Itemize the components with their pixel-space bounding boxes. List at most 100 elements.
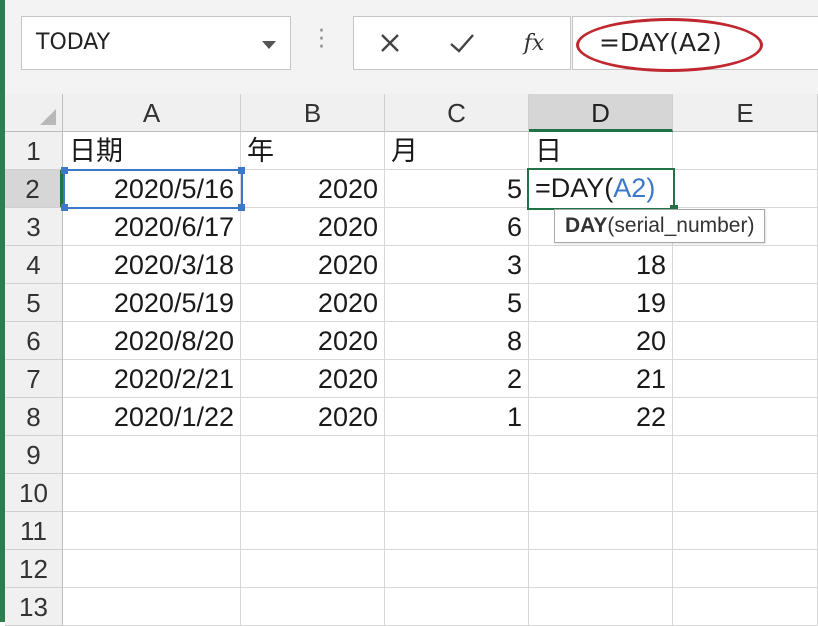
cell[interactable] [63,512,241,550]
cell[interactable]: 2020 [241,322,385,360]
cell[interactable]: 2020 [241,170,385,208]
cell[interactable] [673,170,818,208]
name-box-value: TODAY [36,30,111,55]
cell[interactable] [385,550,529,588]
cell[interactable]: 2020/6/17 [63,208,241,246]
cell[interactable] [673,246,818,284]
cell[interactable]: 3 [385,246,529,284]
row-header[interactable]: 13 [5,588,63,626]
row-header[interactable]: 10 [5,474,63,512]
chevron-down-icon[interactable] [262,41,276,49]
cell[interactable]: 2020/5/19 [63,284,241,322]
cell[interactable] [241,550,385,588]
column-header-c[interactable]: C [385,94,529,132]
cell[interactable] [241,588,385,626]
cell[interactable]: 21 [529,360,673,398]
row-header[interactable]: 7 [5,360,63,398]
row-header[interactable]: 5 [5,284,63,322]
cell[interactable] [529,512,673,550]
cancel-button[interactable] [360,17,420,69]
cell[interactable] [673,398,818,436]
column-header-e[interactable]: E [673,94,818,132]
active-cell-d2[interactable]: =DAY(A2) [527,168,678,213]
drag-handle-icon[interactable]: · · · [318,21,325,59]
cell[interactable]: 6 [385,208,529,246]
select-all-icon [40,109,56,125]
cell[interactable] [385,588,529,626]
formula-toolbar: TODAY · · · fx =DAY(A2) [5,0,818,94]
cell[interactable]: 18 [529,246,673,284]
cell[interactable]: 22 [529,398,673,436]
fx-icon: fx [523,30,545,56]
cell[interactable] [673,132,818,170]
column-header-b[interactable]: B [241,94,385,132]
cell[interactable]: 20 [529,322,673,360]
cell[interactable]: 2020/1/22 [63,398,241,436]
cell[interactable]: 5 [385,284,529,322]
cell[interactable] [673,284,818,322]
row-header[interactable]: 6 [5,322,63,360]
cell[interactable] [673,588,818,626]
cell[interactable] [241,474,385,512]
cell[interactable] [673,360,818,398]
cell[interactable]: 8 [385,322,529,360]
cell[interactable]: 月 [385,132,529,170]
resize-handle[interactable] [61,167,68,174]
cell[interactable]: 2020/8/20 [63,322,241,360]
name-box[interactable]: TODAY [21,16,291,70]
row-header[interactable]: 11 [5,512,63,550]
resize-handle[interactable] [238,167,245,174]
cell[interactable]: 2020 [241,398,385,436]
cell[interactable]: 年 [241,132,385,170]
cell[interactable] [385,436,529,474]
insert-function-button[interactable]: fx [504,17,564,69]
row-header[interactable]: 4 [5,246,63,284]
formula-prefix: =DAY( [535,173,614,203]
row-header[interactable]: 9 [5,436,63,474]
resize-handle[interactable] [61,204,68,211]
row-header[interactable]: 8 [5,398,63,436]
cell[interactable]: 日期 [63,132,241,170]
enter-button[interactable] [432,17,492,69]
cell[interactable] [673,322,818,360]
cell[interactable]: 1 [385,398,529,436]
cell[interactable]: 19 [529,284,673,322]
cell[interactable]: 2020/3/18 [63,246,241,284]
column-header-a[interactable]: A [63,94,241,132]
cell[interactable] [63,474,241,512]
function-tooltip: DAY(serial_number) [554,209,766,243]
column-header-d[interactable]: D [529,94,673,132]
cell[interactable] [241,512,385,550]
cell[interactable] [529,436,673,474]
cell[interactable]: 2020 [241,208,385,246]
cell[interactable]: 日 [529,132,673,170]
cell[interactable]: 2020 [241,284,385,322]
cell[interactable] [385,474,529,512]
row-header[interactable]: 3 [5,208,63,246]
cell[interactable]: 2020/2/21 [63,360,241,398]
tooltip-function[interactable]: DAY [565,214,607,237]
row-header[interactable]: 12 [5,550,63,588]
select-all-button[interactable] [5,94,63,132]
editing-formula: =DAY(A2) [535,173,655,204]
cell[interactable] [529,550,673,588]
cell[interactable]: 2020 [241,360,385,398]
resize-handle[interactable] [238,204,245,211]
cell[interactable] [673,474,818,512]
cell[interactable] [241,436,385,474]
cell[interactable] [63,588,241,626]
cell[interactable]: 2 [385,360,529,398]
cell[interactable] [63,550,241,588]
reference-highlight-a2 [61,167,245,211]
cell[interactable] [385,512,529,550]
row-header[interactable]: 2 [5,170,63,208]
cell[interactable] [63,436,241,474]
cell[interactable] [673,512,818,550]
cell[interactable] [529,474,673,512]
cell[interactable] [673,436,818,474]
cell[interactable] [673,550,818,588]
cell[interactable]: 5 [385,170,529,208]
cell[interactable]: 2020 [241,246,385,284]
cell[interactable] [529,588,673,626]
row-header[interactable]: 1 [5,132,63,170]
